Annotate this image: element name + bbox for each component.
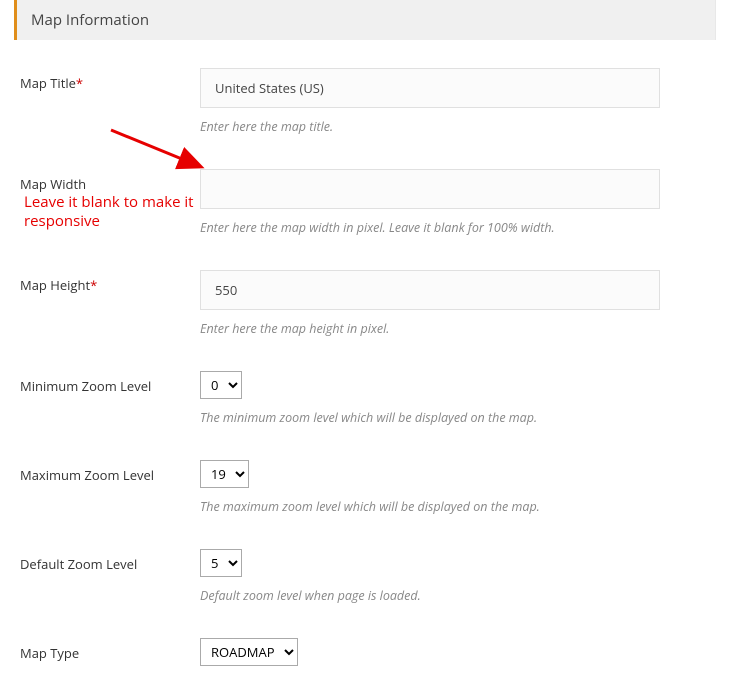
label-map-title: Map Title <box>20 74 76 92</box>
default-zoom-select[interactable]: 5 <box>200 549 242 577</box>
row-default-zoom: Default Zoom Level 5 Default zoom level … <box>14 549 716 604</box>
help-min-zoom: The minimum zoom level which will be dis… <box>200 409 710 426</box>
help-map-width: Enter here the map width in pixel. Leave… <box>200 219 710 236</box>
map-information-panel: Map Information Leave it blank to make i… <box>14 0 716 666</box>
panel-title: Map Information <box>31 10 701 30</box>
map-title-input[interactable] <box>200 68 660 108</box>
required-mark: * <box>90 276 97 294</box>
map-height-input[interactable] <box>200 270 660 310</box>
row-map-title: Map Title* Enter here the map title. <box>14 68 716 135</box>
label-map-width: Map Width <box>20 175 86 193</box>
row-max-zoom: Maximum Zoom Level 19 The maximum zoom l… <box>14 460 716 515</box>
row-map-width: Map Width Enter here the map width in pi… <box>14 169 716 236</box>
label-max-zoom: Maximum Zoom Level <box>20 466 154 484</box>
panel-header: Map Information <box>14 0 716 40</box>
row-map-height: Map Height* Enter here the map height in… <box>14 270 716 337</box>
label-min-zoom: Minimum Zoom Level <box>20 377 151 395</box>
help-default-zoom: Default zoom level when page is loaded. <box>200 587 710 604</box>
label-default-zoom: Default Zoom Level <box>20 555 137 573</box>
map-type-select[interactable]: ROADMAP <box>200 638 298 666</box>
map-width-input[interactable] <box>200 169 660 209</box>
label-map-type: Map Type <box>20 644 79 662</box>
help-max-zoom: The maximum zoom level which will be dis… <box>200 498 710 515</box>
max-zoom-select[interactable]: 19 <box>200 460 249 488</box>
label-map-height: Map Height <box>20 276 90 294</box>
help-map-height: Enter here the map height in pixel. <box>200 320 710 337</box>
help-map-title: Enter here the map title. <box>200 118 710 135</box>
row-map-type: Map Type ROADMAP <box>14 638 716 666</box>
required-mark: * <box>76 74 83 92</box>
min-zoom-select[interactable]: 0 <box>200 371 242 399</box>
row-min-zoom: Minimum Zoom Level 0 The minimum zoom le… <box>14 371 716 426</box>
